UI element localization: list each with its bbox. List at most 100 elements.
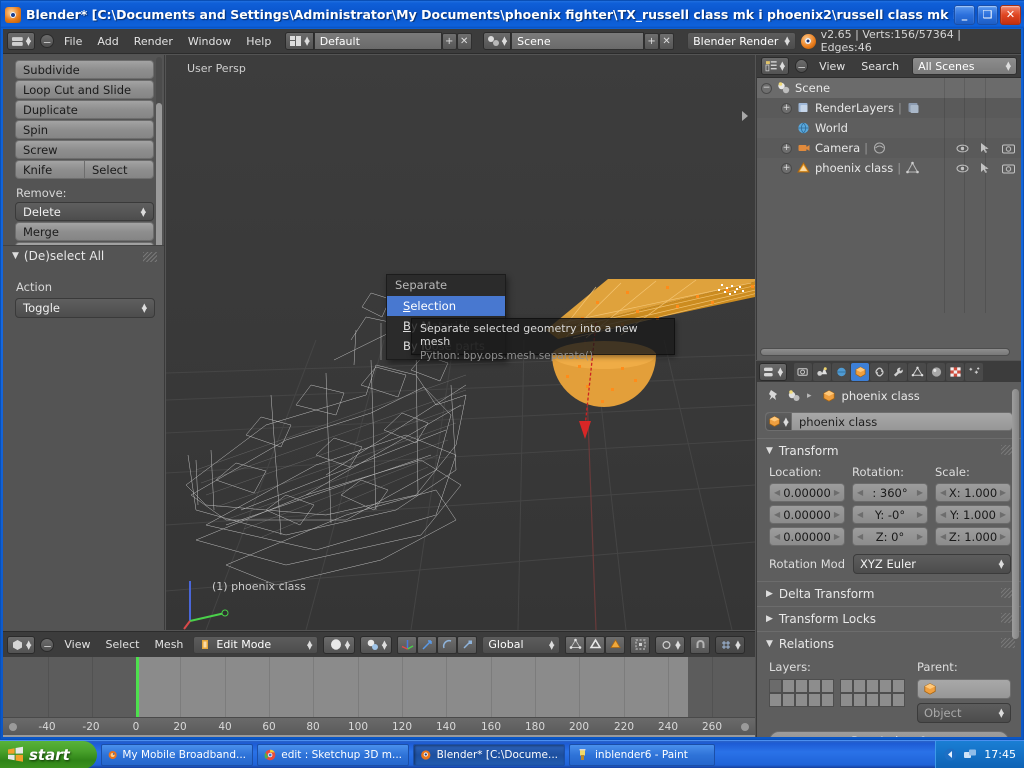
- layers-grid-right[interactable]: [840, 679, 905, 707]
- location-x-field[interactable]: ◀0.00000▶: [769, 483, 845, 502]
- right-arrow-icon[interactable]: ▶: [1000, 532, 1006, 541]
- pass-index-field[interactable]: ◀ Pass Index: 0 ▶: [769, 731, 1009, 737]
- layer-cell[interactable]: [808, 693, 821, 707]
- renderlayers-data-icon[interactable]: [906, 101, 921, 115]
- layer-cell[interactable]: [821, 679, 834, 693]
- right-arrow-icon[interactable]: ▶: [917, 532, 923, 541]
- layer-cell[interactable]: [853, 693, 866, 707]
- scale-manipulator-icon[interactable]: [457, 636, 477, 654]
- left-arrow-icon[interactable]: ◀: [857, 510, 863, 519]
- render-engine-selector[interactable]: Blender Render ▲▼: [687, 32, 796, 50]
- timeline-scroll-left-handle[interactable]: [9, 723, 17, 731]
- outliner-row-camera[interactable]: + Camera |: [757, 138, 1021, 158]
- tool-duplicate-button[interactable]: Duplicate: [15, 100, 154, 119]
- properties-tab-constraints[interactable]: [870, 363, 888, 381]
- delta-transform-panel-header[interactable]: ▶ Delta Transform: [757, 581, 1021, 606]
- transform-locks-panel-header[interactable]: ▶ Transform Locks: [757, 606, 1021, 631]
- left-arrow-icon[interactable]: ◀: [774, 532, 780, 541]
- snap-magnet-icon[interactable]: [690, 636, 710, 654]
- camera-render-icon[interactable]: [1002, 143, 1015, 154]
- layer-cell[interactable]: [866, 679, 879, 693]
- menu-render[interactable]: Render: [129, 35, 178, 48]
- location-y-field[interactable]: ◀0.00000▶: [769, 505, 845, 524]
- rotation-mode-dropdown[interactable]: XYZ Euler ▲▼: [853, 554, 1011, 574]
- taskbar-item-blender[interactable]: Blender* [C:\Docume...: [413, 744, 565, 766]
- collapse-menu-icon[interactable]: ⚊: [40, 638, 54, 652]
- occlude-geometry-icon[interactable]: [630, 636, 650, 654]
- eye-icon[interactable]: [956, 163, 969, 174]
- taskbar-item-sketchup[interactable]: edit : Sketchup 3D m...: [257, 744, 409, 766]
- properties-tab-scene[interactable]: [813, 363, 831, 381]
- manipulator-icon[interactable]: [397, 636, 417, 654]
- outliner-menu-search[interactable]: Search: [856, 60, 904, 73]
- layer-cell[interactable]: [795, 679, 808, 693]
- timeline-canvas[interactable]: [3, 657, 755, 717]
- layer-cell[interactable]: [866, 693, 879, 707]
- layer-cell[interactable]: [892, 693, 905, 707]
- pin-icon[interactable]: [767, 389, 781, 403]
- pivot-center-dropdown[interactable]: ▲▼: [655, 636, 685, 654]
- layer-cell[interactable]: [808, 679, 821, 693]
- tool-delete-dropdown[interactable]: Delete ▲▼: [15, 202, 154, 221]
- scene-add-button[interactable]: +: [644, 33, 659, 50]
- left-arrow-icon[interactable]: ◀: [774, 510, 780, 519]
- timeline-editor[interactable]: -40 -20 0 20 40 60 80 100 120 140 160 18…: [3, 657, 755, 737]
- scale-z-field[interactable]: ◀Z: 1.000▶: [935, 527, 1011, 546]
- outliner-row-phoenix-class[interactable]: + phoenix class |: [757, 158, 1021, 178]
- layer-cell[interactable]: [892, 679, 905, 693]
- eye-icon[interactable]: [956, 143, 969, 154]
- outliner-editor-icon[interactable]: ▲▼: [761, 57, 789, 75]
- screen-layout-field[interactable]: Default: [314, 32, 442, 50]
- viewport-menu-mesh[interactable]: Mesh: [149, 638, 188, 651]
- layer-cell[interactable]: [782, 679, 795, 693]
- right-arrow-icon[interactable]: ▶: [834, 532, 840, 541]
- parent-field[interactable]: [917, 679, 1011, 699]
- parent-type-dropdown[interactable]: Object ▲▼: [917, 703, 1011, 723]
- snap-target-dropdown[interactable]: ▲▼: [715, 636, 745, 654]
- layer-cell[interactable]: [840, 679, 853, 693]
- menu-item-selection[interactable]: Selection: [387, 296, 505, 316]
- outliner-menu-view[interactable]: View: [814, 60, 850, 73]
- properties-tab-modifiers[interactable]: [889, 363, 907, 381]
- tool-loopcut-button[interactable]: Loop Cut and Slide: [15, 80, 154, 99]
- right-arrow-icon[interactable]: ▶: [917, 510, 923, 519]
- layer-cell[interactable]: [821, 693, 834, 707]
- viewport-menu-select[interactable]: Select: [101, 638, 145, 651]
- left-arrow-icon[interactable]: ◀: [940, 532, 946, 541]
- taskbar-item-paint[interactable]: inblender6 - Paint: [569, 744, 715, 766]
- layer-cell[interactable]: [782, 693, 795, 707]
- right-arrow-icon[interactable]: ▶: [1000, 488, 1006, 497]
- menu-file[interactable]: File: [59, 35, 87, 48]
- properties-scrollbar[interactable]: [1012, 389, 1019, 639]
- tool-knife-button[interactable]: Knife: [16, 161, 85, 178]
- properties-tab-render[interactable]: [794, 363, 812, 381]
- outliner-display-mode-dropdown[interactable]: All Scenes ▲▼: [912, 57, 1017, 75]
- maximize-button[interactable]: ❑: [977, 5, 998, 25]
- properties-editor-icon[interactable]: ▲▼: [759, 363, 787, 381]
- location-z-field[interactable]: ◀0.00000▶: [769, 527, 845, 546]
- left-arrow-icon[interactable]: ◀: [940, 488, 946, 497]
- layer-cell[interactable]: [840, 693, 853, 707]
- viewport-panel-expand-icon[interactable]: [738, 109, 752, 123]
- rotation-z-field[interactable]: ◀Z: 0°▶: [852, 527, 928, 546]
- timeline-playhead[interactable]: [136, 657, 139, 717]
- left-arrow-icon[interactable]: ◀: [774, 737, 780, 738]
- tool-subdivide-button[interactable]: Subdivide: [15, 60, 154, 79]
- menu-window[interactable]: Window: [183, 35, 236, 48]
- transform-orientation-dropdown[interactable]: Global ▲▼: [482, 636, 560, 654]
- properties-tab-world[interactable]: [832, 363, 850, 381]
- operator-panel-header[interactable]: ▼ (De)select All: [3, 246, 165, 266]
- minimize-button[interactable]: _: [954, 5, 975, 25]
- scene-icon[interactable]: [787, 389, 801, 403]
- screen-layout-delete-button[interactable]: ✕: [457, 33, 472, 50]
- object-datablock-icon[interactable]: ▲▼: [766, 413, 792, 430]
- tray-chevron-icon[interactable]: [944, 748, 957, 761]
- right-arrow-icon[interactable]: ▶: [834, 488, 840, 497]
- screen-layout-add-button[interactable]: +: [442, 33, 457, 50]
- layers-grid-left[interactable]: [769, 679, 834, 707]
- expand-toggle-icon[interactable]: +: [781, 163, 792, 174]
- vertex-select-icon[interactable]: [565, 636, 585, 654]
- interaction-mode-dropdown[interactable]: Edit Mode ▲▼: [193, 636, 318, 654]
- left-arrow-icon[interactable]: ◀: [774, 488, 780, 497]
- tool-screw-button[interactable]: Screw: [15, 140, 154, 159]
